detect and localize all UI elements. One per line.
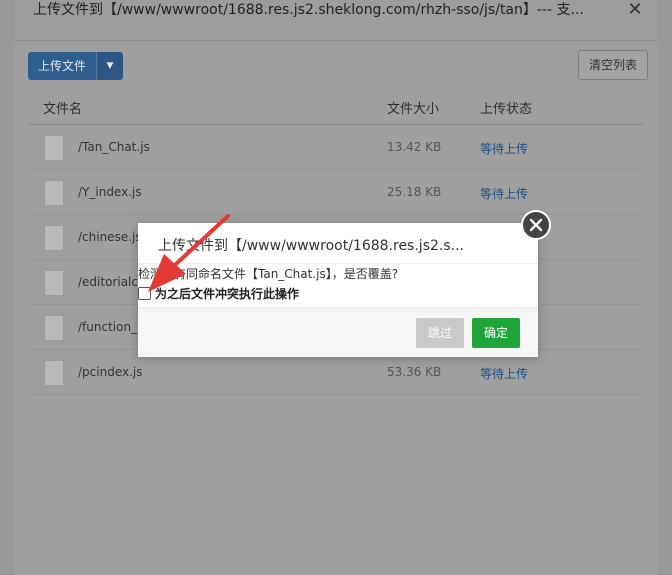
- dialog-title: 上传文件到【/www/wwwroot/1688.res.js2.s...: [158, 238, 464, 254]
- header-status: 上传状态: [480, 102, 533, 117]
- confirm-button[interactable]: 确定: [472, 318, 520, 348]
- skip-button[interactable]: 跳过: [416, 318, 464, 348]
- file-status: 等待上传: [480, 187, 529, 201]
- toolbar: 上传文件 ▼ 清空列表: [14, 40, 658, 90]
- window-titlebar: 上传文件到【/www/wwwroot/1688.res.js2.sheklong…: [14, 0, 658, 41]
- file-icon: [44, 225, 64, 251]
- conflict-dialog: 上传文件到【/www/wwwroot/1688.res.js2.s... 检测到…: [138, 223, 538, 357]
- file-icon: [44, 270, 64, 296]
- clear-list-button[interactable]: 清空列表: [578, 50, 648, 80]
- upload-button-group: 上传文件 ▼: [28, 52, 123, 80]
- table-row: /Tan_Chat.js 13.42 KB 等待上传: [28, 125, 644, 170]
- close-icon: [529, 218, 543, 232]
- file-name: /Y_index.js: [78, 185, 142, 199]
- file-icon: [44, 360, 64, 386]
- file-icon: [44, 135, 64, 161]
- window-title: 上传文件到【/www/wwwroot/1688.res.js2.sheklong…: [33, 2, 584, 18]
- file-name: /function_: [78, 320, 138, 334]
- upload-dropdown-button[interactable]: ▼: [96, 52, 123, 80]
- caret-down-icon: ▼: [106, 61, 114, 71]
- dialog-message: 检测到有同命名文件【Tan_Chat.js】，是否覆盖?: [138, 267, 399, 281]
- file-name: /chinese.js: [78, 230, 142, 244]
- backdrop-right: [658, 0, 672, 575]
- header-name: 文件名: [43, 102, 83, 117]
- backdrop-left: [0, 0, 14, 575]
- dialog-footer: 跳过 确定: [138, 307, 538, 357]
- dialog-divider: [138, 263, 538, 264]
- table-row: /Y_index.js 25.18 KB 等待上传: [28, 170, 644, 215]
- file-status: 等待上传: [480, 142, 529, 156]
- file-size: 25.18 KB: [387, 185, 442, 199]
- file-name: /Tan_Chat.js: [78, 140, 150, 154]
- file-icon: [44, 180, 64, 206]
- window-close-icon[interactable]: ✕: [624, 0, 646, 22]
- apply-to-all-checkbox[interactable]: [138, 287, 151, 300]
- file-name: /pcindex.js: [78, 365, 143, 379]
- apply-to-all-option[interactable]: 为之后文件冲突执行此操作: [138, 285, 299, 302]
- file-size: 13.42 KB: [387, 140, 442, 154]
- dialog-close-button[interactable]: [521, 210, 551, 240]
- file-table-header: 文件名 文件大小 上传状态: [28, 90, 644, 125]
- file-name: /editorialc: [78, 275, 138, 289]
- apply-to-all-label[interactable]: 为之后文件冲突执行此操作: [155, 285, 299, 302]
- header-size: 文件大小: [387, 102, 440, 117]
- file-icon: [44, 315, 64, 341]
- file-status: 等待上传: [480, 367, 529, 381]
- file-size: 53.36 KB: [387, 365, 442, 379]
- upload-button[interactable]: 上传文件: [28, 52, 96, 80]
